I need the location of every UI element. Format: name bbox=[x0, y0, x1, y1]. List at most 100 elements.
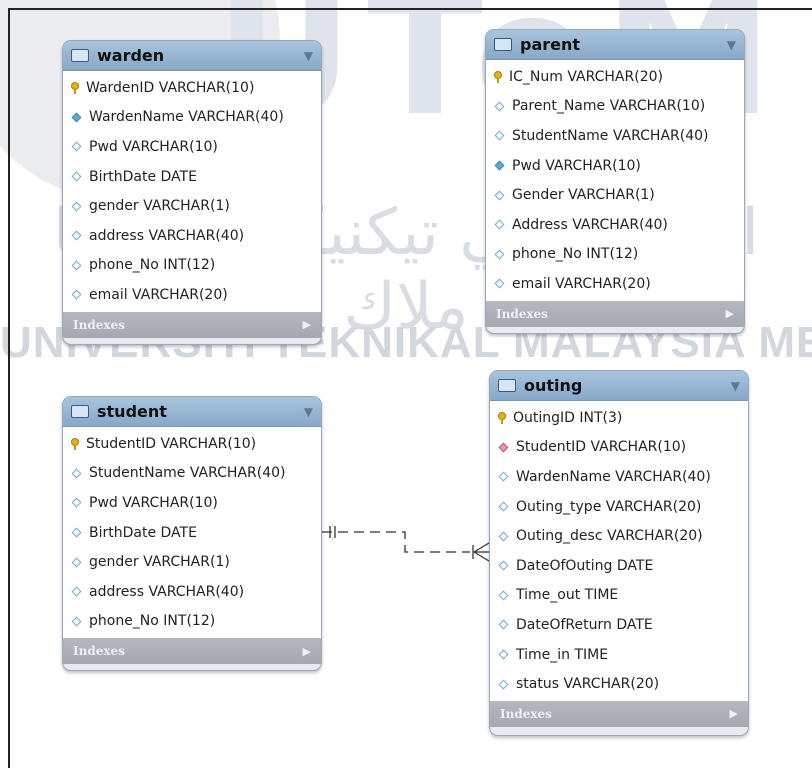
column-row[interactable]: StudentID VARCHAR(10) bbox=[63, 429, 321, 459]
column-row[interactable]: StudentName VARCHAR(40) bbox=[486, 121, 744, 151]
crowfoot-upper bbox=[473, 542, 490, 553]
filled-diamond-icon bbox=[494, 160, 505, 171]
column-label: DateOfOuting DATE bbox=[516, 557, 654, 574]
diamond-icon bbox=[71, 290, 82, 300]
column-label: BirthDate DATE bbox=[89, 524, 197, 541]
diamond-icon bbox=[494, 131, 505, 141]
column-row[interactable]: DateOfReturn DATE bbox=[490, 610, 748, 640]
diamond-icon bbox=[494, 219, 505, 230]
column-label: Address VARCHAR(40) bbox=[512, 216, 668, 233]
expand-arrow-icon[interactable]: ▶ bbox=[726, 307, 734, 320]
indexes-footer[interactable]: Indexes ▶ bbox=[63, 638, 321, 665]
column-label: WardenID VARCHAR(10) bbox=[86, 79, 255, 96]
diamond-icon bbox=[71, 527, 82, 538]
column-row[interactable]: address VARCHAR(40) bbox=[63, 577, 321, 607]
column-label: WardenName VARCHAR(40) bbox=[89, 109, 284, 126]
column-row[interactable]: Outing_desc VARCHAR(20) bbox=[490, 521, 748, 551]
primary-key-icon bbox=[494, 70, 502, 83]
diamond-icon bbox=[498, 472, 509, 482]
table-header[interactable]: outing ▼ bbox=[490, 371, 748, 401]
indexes-label: Indexes bbox=[496, 306, 548, 321]
column-label: WardenName VARCHAR(40) bbox=[516, 468, 711, 485]
column-label: Pwd VARCHAR(10) bbox=[89, 494, 218, 511]
expand-arrow-icon[interactable]: ▶ bbox=[730, 707, 738, 720]
expand-arrow-icon[interactable]: ▶ bbox=[303, 318, 311, 331]
column-label: StudentName VARCHAR(40) bbox=[89, 465, 286, 482]
diamond-icon bbox=[498, 501, 509, 512]
collapse-chevron-icon[interactable]: ▼ bbox=[727, 38, 736, 52]
foreign-key-diamond-icon bbox=[498, 442, 509, 453]
column-row[interactable]: phone_No INT(12) bbox=[63, 607, 321, 637]
column-row[interactable]: Gender VARCHAR(1) bbox=[486, 180, 744, 210]
column-row[interactable]: BirthDate DATE bbox=[63, 162, 321, 192]
crowfoot-lower bbox=[473, 551, 490, 562]
diamond-icon bbox=[71, 260, 82, 271]
column-row[interactable]: Pwd VARCHAR(10) bbox=[486, 151, 744, 181]
column-row[interactable]: Address VARCHAR(40) bbox=[486, 210, 744, 240]
column-label: Outing_desc VARCHAR(20) bbox=[516, 528, 703, 545]
column-row[interactable]: BirthDate DATE bbox=[63, 518, 321, 548]
column-row[interactable]: gender VARCHAR(1) bbox=[63, 191, 321, 221]
indexes-footer[interactable]: Indexes ▶ bbox=[63, 311, 321, 338]
collapse-chevron-icon[interactable]: ▼ bbox=[304, 405, 313, 419]
table-student[interactable]: student ▼ StudentID VARCHAR(10) StudentN… bbox=[62, 396, 322, 671]
column-row[interactable]: WardenID VARCHAR(10) bbox=[63, 73, 321, 103]
diamond-icon bbox=[71, 468, 82, 479]
indexes-label: Indexes bbox=[73, 317, 125, 332]
column-label: phone_No INT(12) bbox=[89, 257, 216, 274]
column-row[interactable]: gender VARCHAR(1) bbox=[63, 547, 321, 577]
table-warden[interactable]: warden ▼ WardenID VARCHAR(10) WardenName… bbox=[62, 40, 322, 345]
diamond-icon bbox=[71, 171, 82, 182]
table-outing[interactable]: outing ▼ OutingID INT(3) StudentID VARCH… bbox=[489, 370, 749, 736]
column-label: address VARCHAR(40) bbox=[89, 227, 245, 244]
table-icon bbox=[71, 405, 89, 418]
column-row[interactable]: Pwd VARCHAR(10) bbox=[63, 488, 321, 518]
column-row[interactable]: Parent_Name VARCHAR(10) bbox=[486, 92, 744, 122]
column-row[interactable]: WardenName VARCHAR(40) bbox=[63, 103, 321, 133]
column-row[interactable]: email VARCHAR(20) bbox=[63, 280, 321, 310]
column-row[interactable]: Time_in TIME bbox=[490, 640, 748, 670]
column-label: IC_Num VARCHAR(20) bbox=[509, 68, 663, 85]
column-row[interactable]: phone_No INT(12) bbox=[486, 240, 744, 270]
expand-arrow-icon[interactable]: ▶ bbox=[303, 645, 311, 658]
table-name: outing bbox=[524, 376, 583, 395]
indexes-footer[interactable]: Indexes ▶ bbox=[486, 300, 744, 327]
column-label: phone_No INT(12) bbox=[89, 613, 216, 630]
column-label: BirthDate DATE bbox=[89, 168, 197, 185]
table-name: warden bbox=[97, 46, 165, 65]
table-header[interactable]: student ▼ bbox=[63, 397, 321, 427]
column-row[interactable]: status VARCHAR(20) bbox=[490, 669, 748, 699]
table-header[interactable]: parent ▼ bbox=[486, 30, 744, 60]
column-row[interactable]: email VARCHAR(20) bbox=[486, 269, 744, 299]
column-row[interactable]: phone_No INT(12) bbox=[63, 251, 321, 281]
column-label: phone_No INT(12) bbox=[512, 246, 639, 263]
indexes-label: Indexes bbox=[73, 644, 125, 659]
table-header[interactable]: warden ▼ bbox=[63, 41, 321, 71]
column-label: Pwd VARCHAR(10) bbox=[89, 138, 218, 155]
connector-line bbox=[322, 531, 470, 553]
column-row[interactable]: OutingID INT(3) bbox=[490, 403, 748, 433]
column-label: email VARCHAR(20) bbox=[512, 275, 651, 292]
collapse-chevron-icon[interactable]: ▼ bbox=[304, 49, 313, 63]
diamond-icon bbox=[494, 249, 505, 260]
column-row[interactable]: address VARCHAR(40) bbox=[63, 221, 321, 251]
diamond-icon bbox=[494, 101, 505, 112]
column-row[interactable]: Pwd VARCHAR(10) bbox=[63, 132, 321, 162]
diamond-icon bbox=[494, 190, 505, 201]
table-name: student bbox=[97, 402, 167, 421]
diamond-icon bbox=[498, 649, 509, 660]
primary-key-icon bbox=[498, 411, 506, 424]
column-row[interactable]: StudentID VARCHAR(10) bbox=[490, 433, 748, 463]
column-row[interactable]: WardenName VARCHAR(40) bbox=[490, 462, 748, 492]
indexes-footer[interactable]: Indexes ▶ bbox=[490, 700, 748, 727]
table-parent[interactable]: parent ▼ IC_Num VARCHAR(20) Parent_Name … bbox=[485, 29, 745, 334]
column-label: Pwd VARCHAR(10) bbox=[512, 157, 641, 174]
diamond-icon bbox=[498, 590, 509, 601]
column-row[interactable]: IC_Num VARCHAR(20) bbox=[486, 62, 744, 92]
diamond-icon bbox=[498, 531, 509, 542]
column-row[interactable]: StudentName VARCHAR(40) bbox=[63, 459, 321, 489]
column-row[interactable]: Time_out TIME bbox=[490, 581, 748, 611]
column-row[interactable]: Outing_type VARCHAR(20) bbox=[490, 492, 748, 522]
column-row[interactable]: DateOfOuting DATE bbox=[490, 551, 748, 581]
collapse-chevron-icon[interactable]: ▼ bbox=[731, 379, 740, 393]
